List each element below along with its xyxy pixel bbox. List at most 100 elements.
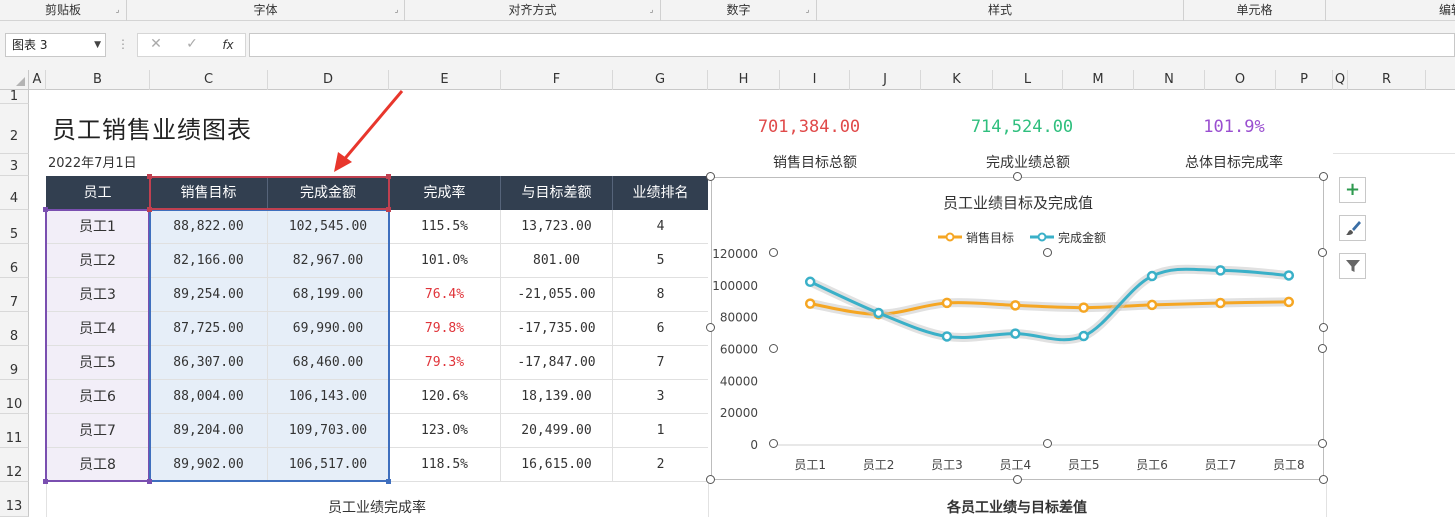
plot-area-handle[interactable] xyxy=(769,344,778,353)
column-header-C[interactable]: C xyxy=(150,70,268,90)
row-header-4[interactable]: 4 xyxy=(0,176,29,210)
range-handle[interactable] xyxy=(43,207,48,212)
cell-rank[interactable]: 4 xyxy=(613,210,708,244)
data-point[interactable] xyxy=(1283,296,1295,308)
chart-resize-handle[interactable] xyxy=(1319,475,1328,484)
data-point[interactable] xyxy=(1215,297,1226,309)
plot-area-handle[interactable] xyxy=(1318,344,1327,353)
cell-rank[interactable]: 7 xyxy=(613,346,708,380)
plot-area-handle[interactable] xyxy=(769,248,778,257)
column-header-Q[interactable]: Q xyxy=(1333,70,1348,90)
cell-rate[interactable]: 101.0% xyxy=(389,244,501,278)
row-header-2[interactable]: 2 xyxy=(0,104,29,154)
cell-diff[interactable]: -17,735.00 xyxy=(501,312,613,346)
column-header-J[interactable]: J xyxy=(850,70,921,90)
data-point[interactable] xyxy=(941,331,953,342)
chart-resize-handle[interactable] xyxy=(706,172,715,181)
column-header-L[interactable]: L xyxy=(993,70,1063,90)
column-header-O[interactable]: O xyxy=(1205,70,1276,90)
cell-rate[interactable]: 76.4% xyxy=(389,278,501,312)
chart-elements-add-icon[interactable]: + xyxy=(1339,177,1366,203)
row-header-11[interactable]: 11 xyxy=(0,414,29,448)
dialog-launcher-icon[interactable]: ⌟ xyxy=(803,5,812,14)
chart-resize-handle[interactable] xyxy=(1319,172,1328,181)
row-header-3[interactable]: 3 xyxy=(0,154,29,176)
cell-rate[interactable]: 79.8% xyxy=(389,312,501,346)
chart-resize-handle[interactable] xyxy=(1013,475,1022,484)
name-box[interactable]: 图表 3 ▼ xyxy=(5,33,106,57)
data-point[interactable] xyxy=(1078,330,1089,342)
select-all-corner[interactable] xyxy=(0,70,29,90)
cell-diff[interactable]: 16,615.00 xyxy=(501,448,613,482)
column-header-M[interactable]: M xyxy=(1063,70,1134,90)
fx-icon[interactable]: fx xyxy=(218,38,238,52)
column-header-A[interactable]: A xyxy=(29,70,46,90)
table-header-employee[interactable]: 员工 xyxy=(46,176,150,210)
range-handle[interactable] xyxy=(43,479,48,484)
data-point[interactable] xyxy=(1010,300,1021,311)
cell-rank[interactable]: 3 xyxy=(613,380,708,414)
cell-rate[interactable]: 118.5% xyxy=(389,448,501,482)
table-header-rank[interactable]: 业绩排名 xyxy=(613,176,708,210)
formula-input[interactable] xyxy=(249,33,1455,57)
row-header-6[interactable]: 6 xyxy=(0,244,29,278)
cell-rate[interactable]: 120.6% xyxy=(389,380,501,414)
chart-resize-handle[interactable] xyxy=(706,323,715,332)
table-header-diff[interactable]: 与目标差额 xyxy=(501,176,613,210)
column-header-D[interactable]: D xyxy=(268,70,389,90)
column-header-H[interactable]: H xyxy=(708,70,780,90)
column-header-B[interactable]: B xyxy=(46,70,150,90)
plot-area-handle[interactable] xyxy=(1043,248,1052,257)
cell-diff[interactable]: -21,055.00 xyxy=(501,278,613,312)
cell-rate[interactable]: 115.5% xyxy=(389,210,501,244)
cell-rank[interactable]: 5 xyxy=(613,244,708,278)
column-header-G[interactable]: G xyxy=(613,70,708,90)
column-header-N[interactable]: N xyxy=(1134,70,1205,90)
range-handle[interactable] xyxy=(147,174,152,179)
row-header-12[interactable]: 12 xyxy=(0,448,29,482)
cancel-icon[interactable]: ✕ xyxy=(146,36,166,52)
data-point[interactable] xyxy=(804,298,816,309)
range-handle[interactable] xyxy=(147,479,152,484)
column-header-K[interactable]: K xyxy=(921,70,993,90)
dialog-launcher-icon[interactable]: ⌟ xyxy=(647,5,656,14)
data-point[interactable] xyxy=(804,276,816,288)
range-handle[interactable] xyxy=(386,174,391,179)
cell-diff[interactable]: 18,139.00 xyxy=(501,380,613,414)
cell-diff[interactable]: 20,499.00 xyxy=(501,414,613,448)
data-point[interactable] xyxy=(873,307,884,319)
data-point[interactable] xyxy=(941,297,953,309)
row-header-8[interactable]: 8 xyxy=(0,312,29,346)
row-header-9[interactable]: 9 xyxy=(0,346,29,380)
cell-diff[interactable]: -17,847.00 xyxy=(501,346,613,380)
dialog-launcher-icon[interactable]: ⌟ xyxy=(392,5,401,14)
row-header-13[interactable]: 13 xyxy=(0,482,29,517)
chart-filter-icon[interactable] xyxy=(1339,253,1366,279)
row-header-7[interactable]: 7 xyxy=(0,278,29,312)
column-header-F[interactable]: F xyxy=(501,70,613,90)
enter-icon[interactable]: ✓ xyxy=(182,36,202,52)
chevron-down-icon[interactable]: ▼ xyxy=(94,34,101,56)
cell-rank[interactable]: 1 xyxy=(613,414,708,448)
row-header-10[interactable]: 10 xyxy=(0,380,29,414)
range-handle[interactable] xyxy=(386,207,391,212)
cell-rate[interactable]: 79.3% xyxy=(389,346,501,380)
data-point[interactable] xyxy=(1283,270,1295,281)
column-header-P[interactable]: P xyxy=(1276,70,1333,90)
cell-rank[interactable]: 8 xyxy=(613,278,708,312)
data-point[interactable] xyxy=(1146,270,1158,282)
chart-resize-handle[interactable] xyxy=(1013,172,1022,181)
table-header-rate[interactable]: 完成率 xyxy=(389,176,501,210)
column-header-R[interactable]: R xyxy=(1348,70,1426,90)
data-point[interactable] xyxy=(1146,299,1158,311)
cell-rank[interactable]: 6 xyxy=(613,312,708,346)
cell-diff[interactable]: 13,723.00 xyxy=(501,210,613,244)
data-point[interactable] xyxy=(1215,265,1226,276)
cell-rank[interactable]: 2 xyxy=(613,448,708,482)
line-chart[interactable]: 员工业绩目标及完成值 销售目标 完成金额 0 20000 40000 60000 800… xyxy=(711,177,1324,480)
column-header-I[interactable]: I xyxy=(780,70,850,90)
column-header-E[interactable]: E xyxy=(389,70,501,90)
row-header-1[interactable]: 1 xyxy=(0,90,29,104)
cell-rate[interactable]: 123.0% xyxy=(389,414,501,448)
plot-area-handle[interactable] xyxy=(769,439,778,448)
